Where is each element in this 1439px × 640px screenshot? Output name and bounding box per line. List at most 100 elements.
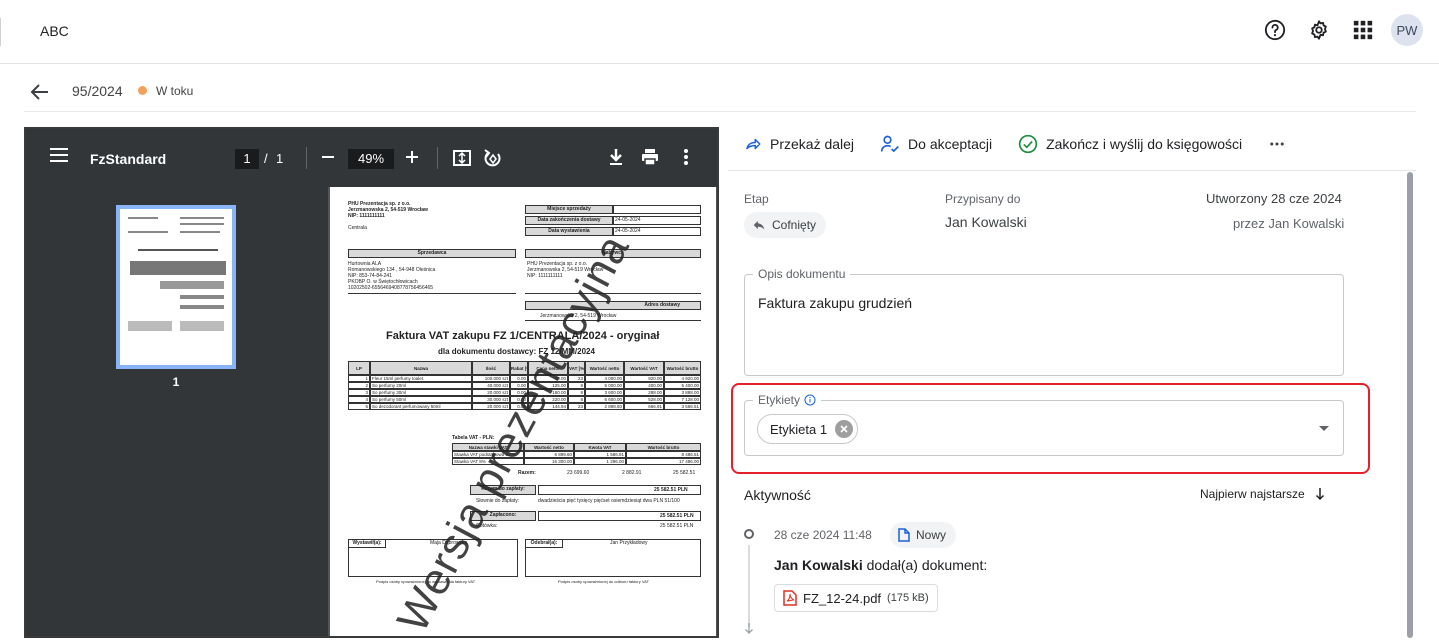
tags-label: Etykiety [758,393,801,407]
reply-icon [753,220,765,230]
approve-button[interactable]: Do akceptacji [880,134,992,154]
pdf-table-cell: 3 566.51 [664,403,701,410]
pdf-table-cell: 40.000 szt [472,382,510,389]
pdf-place-label: Miejsce sprzedaży [525,205,613,214]
thumb-line [128,217,158,219]
document-icon [898,528,910,542]
pdf-table-cell: 920.00 [624,375,664,382]
pdf-paid: 25 582.51 PLN [660,513,694,519]
pdf-table-header: Ilość [472,361,510,375]
page-input[interactable]: 1 [235,149,259,169]
tags-legend: Etykiety [753,393,822,407]
page-thumbnail[interactable] [116,205,236,369]
pdf-sig-right: Podpis osoby upoważnionej do odbioru fak… [558,579,650,584]
file-attachment[interactable]: FZ_12-24.pdf (175 kB) [774,584,938,612]
pdf-place-value [613,205,701,214]
tag-chip: Etykieta 1 [757,414,859,444]
toolbar-divider [437,147,438,169]
description-value: Faktura zakupu grudzień [758,295,913,311]
finish-button[interactable]: Zakończ i wyślij do księgowości [1018,134,1242,154]
pdf-in-words: dwadzieścia pięć tysięcy pięćset osiemdz… [538,498,680,504]
page-total: 1 [276,151,284,166]
pdf-cell [613,216,701,225]
assigned-label: Przypisany do [945,192,1021,206]
pdf-issued-label: Wystawił(a): [348,539,386,548]
help-circle-icon[interactable] [1259,14,1291,46]
pdf-table-cell: 666.91 [624,403,664,410]
event-date: 28 cze 2024 11:48 [774,528,872,542]
pdf-seller-block: 10202502-6556469408778756456465 [348,285,434,291]
pdf-table-cell: 2 898.60 [585,403,624,410]
timeline-arrow-icon [744,622,754,640]
pdf-table-cell: 20.000 szt [472,389,510,396]
fit-page-icon[interactable] [452,148,472,173]
toolbar-divider [306,147,307,169]
pdf-table-cell: 400.00 [624,382,664,389]
sort-button[interactable]: Najpierw najstarsze [1200,487,1325,501]
pdf-received-label: Odebrał(a): [525,539,563,548]
rotate-icon[interactable] [483,147,503,174]
timeline-dot [744,529,754,539]
avatar[interactable]: PW [1391,14,1423,46]
pdf-received-name: Jan Przykładowy [610,540,648,546]
pdf-table-cell: 4 [348,396,370,403]
pdf-vat-cell: 17 496.00 [626,458,701,465]
scrollbar-thumb[interactable] [1407,172,1413,638]
back-arrow-icon[interactable] [28,80,52,104]
pdf-table-cell: So perfumy 50ml [370,396,472,403]
thumb-line [138,249,218,251]
grid-apps-icon[interactable] [1347,14,1379,46]
pdf-vat-total-vat: 2 882.91 [622,470,642,476]
pdf-table-cell: 5 [348,403,370,410]
pdf-rule [348,293,516,294]
more-horizontal-icon[interactable] [1268,135,1286,153]
created-label: Utworzony 28 cze 2024 [1206,191,1342,206]
download-icon[interactable] [606,147,626,172]
remove-tag-icon[interactable] [835,420,854,438]
thumb-line [180,217,224,219]
stage-value: Cofnięty [772,218,817,232]
pdf-title: FzStandard [90,151,167,167]
arrow-down-icon [1315,488,1324,501]
event-badge: Nowy [890,522,957,548]
pdf-vat-total-netto: 23 699.60 [567,470,590,476]
thumb-line [180,321,224,331]
top-bar: ABC PW [0,0,1439,64]
page-separator: / [264,151,268,166]
pdf-title: Faktura VAT zakupu FZ 1/CENTRALA/2024 - … [386,330,660,342]
finish-label: Zakończ i wyślij do księgowości [1046,136,1243,152]
dropdown-arrow-icon[interactable] [1319,426,1329,431]
gear-icon[interactable] [1303,14,1335,46]
pdf-table-cell: 100.000 szt [472,375,510,382]
pdf-vat-cell: 1 586.91 [574,451,626,458]
zoom-out-icon[interactable] [320,149,336,170]
stage-label: Etap [744,192,769,206]
description-label: Opis dokumentu [753,267,851,281]
print-icon[interactable] [640,147,660,172]
check-circle-icon [1018,134,1038,154]
more-vertical-icon[interactable] [676,147,696,172]
sort-label: Najpierw najstarsze [1200,487,1305,501]
approve-label: Do akceptacji [908,136,993,152]
edge-divider [0,18,1,46]
zoom-input[interactable]: 49% [348,149,394,169]
description-field[interactable]: Opis dokumentu Faktura zakupu grudzień [744,267,1344,376]
forward-arrow-icon [746,138,761,150]
forward-label: Przekaż dalej [770,136,855,152]
pdf-seller-header: Sprzedawca [348,249,516,258]
event-badge-label: Nowy [916,528,947,542]
pdf-table-cell: 3 600.00 [585,389,624,396]
forward-button[interactable]: Przekaż dalej [744,135,854,153]
tags-select[interactable]: Etykiety Etykieta 1 [744,393,1344,456]
pdf-vat-header: Wartość brutto [626,443,701,451]
thumb-line [180,223,224,225]
pdf-table-cell: 1 [348,375,370,382]
scrollbar[interactable] [1406,172,1414,638]
info-icon [804,394,816,406]
thumb-line [128,231,168,233]
menu-icon[interactable] [50,148,68,167]
pdf-paid-words: 25 582.51 PLN [660,523,694,529]
thumb-line [128,321,172,331]
zoom-in-icon[interactable] [404,149,420,170]
thumb-line [180,295,224,299]
